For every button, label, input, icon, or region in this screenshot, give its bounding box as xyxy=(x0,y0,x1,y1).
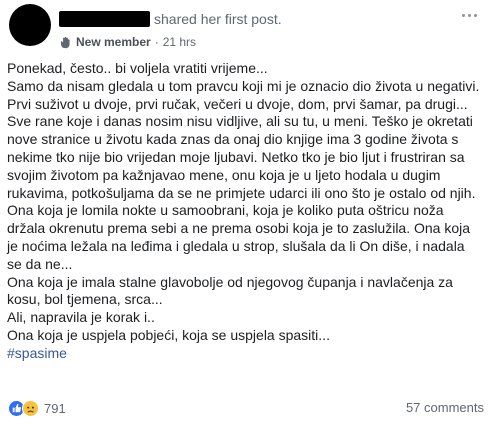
post-line: rukavima, potkošuljama da se ne primjete… xyxy=(7,184,476,201)
author-name-redacted[interactable] xyxy=(59,11,150,27)
author-action-text: shared her first post. xyxy=(154,11,282,27)
avatar[interactable] xyxy=(9,4,51,46)
post-body: Ponekad, često.. bi voljela vratiti vrij… xyxy=(7,60,485,363)
more-options-icon[interactable] xyxy=(462,14,477,17)
post-header: shared her first post. xyxy=(59,10,282,28)
post-line: Sve rane koje i danas nosim nisu vidljiv… xyxy=(7,113,473,130)
reactions-summary[interactable]: 791 xyxy=(8,398,66,418)
sad-icon xyxy=(22,399,39,417)
post-line: svojim životom pa kažnjavao mene, onu ko… xyxy=(7,166,441,183)
wave-hand-icon xyxy=(60,36,70,48)
post-line: kosu, bol tjemena, srca... xyxy=(7,291,163,308)
post-line: Samo da nisam gledala u tom pravcu koji … xyxy=(7,77,480,94)
post-line: Ona koja je lomila nokte u samoobrani, k… xyxy=(7,202,444,219)
post-line: nove stranice u životu kada znas da onaj… xyxy=(7,131,459,148)
post-timestamp[interactable]: 21 hrs xyxy=(163,35,196,49)
hashtag-link[interactable]: #spasime xyxy=(7,345,67,361)
post-line: Ponekad, često.. bi voljela vratiti vrij… xyxy=(7,60,268,76)
post-line: Ona koja je imala stalne glavobolje od n… xyxy=(7,273,453,290)
post-line: se da ne... xyxy=(7,255,73,272)
post-line: držala okrenutu prema sebi a ne prema os… xyxy=(7,220,471,237)
post-line: je noćima ležala na leđima i gledala u s… xyxy=(7,237,465,254)
meta-separator: · xyxy=(154,35,159,49)
new-member-badge: New member xyxy=(76,35,151,49)
post-card: shared her first post. New member · 21 h… xyxy=(0,0,491,426)
post-line: nekime tko nije bio vrijedan moje ljubav… xyxy=(7,148,465,165)
post-meta: New member · 21 hrs xyxy=(59,34,196,50)
post-line: Ali, napravila je korak i.. xyxy=(7,309,155,326)
post-line: Ona koja je uspjela pobjeći, koja se usp… xyxy=(7,326,330,343)
comments-count-link[interactable]: 57 comments xyxy=(406,400,484,415)
reaction-count: 791 xyxy=(44,400,66,416)
post-line: Prvi suživot u dvoje, prvi ručak, večeri… xyxy=(7,95,468,112)
